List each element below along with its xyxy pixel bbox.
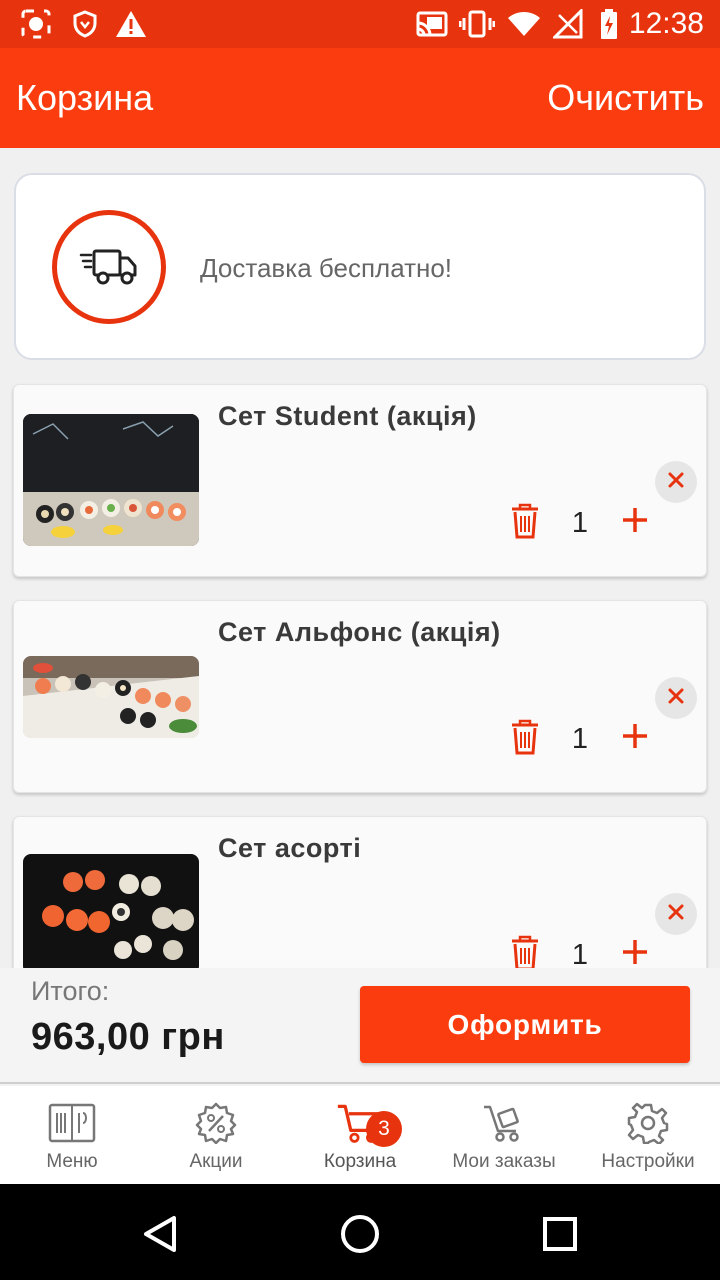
product-image xyxy=(23,656,199,738)
trash-icon[interactable] xyxy=(510,719,540,755)
cart-content[interactable]: Доставка бесплатно! Сет Student (акція) … xyxy=(0,148,720,968)
clear-cart-button[interactable]: Очистить xyxy=(547,78,704,118)
signal-icon xyxy=(552,8,584,40)
remove-item-button[interactable] xyxy=(655,461,697,503)
item-name: Сет Альфонс (акція) xyxy=(218,617,501,647)
tab-label: Корзина xyxy=(323,1151,397,1172)
remove-item-button[interactable] xyxy=(655,893,697,935)
screenshot-icon xyxy=(18,8,54,40)
vibrate-icon xyxy=(458,8,496,40)
total-value: 963,00 грн xyxy=(31,1016,225,1058)
cast-icon xyxy=(414,8,450,40)
delivery-text: Доставка бесплатно! xyxy=(200,253,453,283)
remove-item-button[interactable] xyxy=(655,677,697,719)
app-bar: Корзина Очистить xyxy=(0,48,720,148)
back-icon[interactable] xyxy=(136,1210,184,1258)
tab-promotions[interactable]: Акции xyxy=(144,1086,288,1184)
tab-menu[interactable]: Меню xyxy=(0,1086,144,1184)
gear-icon xyxy=(624,1102,672,1144)
cart-item[interactable]: Сет Альфонс (акція) 1 xyxy=(13,600,707,793)
trash-icon[interactable] xyxy=(510,503,540,539)
plus-icon[interactable] xyxy=(622,939,648,965)
menu-book-icon xyxy=(48,1102,96,1144)
wifi-icon xyxy=(506,8,542,40)
tab-settings[interactable]: Настройки xyxy=(576,1086,720,1184)
close-icon xyxy=(668,904,684,925)
tab-label: Акции xyxy=(189,1151,243,1172)
item-quantity: 1 xyxy=(571,939,589,968)
tab-label: Настройки xyxy=(601,1151,695,1172)
delivery-card: Доставка бесплатно! xyxy=(14,173,706,360)
warning-icon xyxy=(114,8,148,40)
system-nav-bar xyxy=(0,1184,720,1280)
plus-icon[interactable] xyxy=(622,723,648,749)
tab-label: Меню xyxy=(46,1151,98,1172)
total-label: Итого: xyxy=(31,976,110,1006)
close-icon xyxy=(668,472,684,493)
page-title: Корзина xyxy=(16,77,154,118)
tab-my-orders[interactable]: Мои заказы xyxy=(432,1086,576,1184)
order-summary: Итого: 963,00 грн Оформить xyxy=(0,968,720,1084)
delivery-truck-icon xyxy=(52,210,166,324)
home-icon[interactable] xyxy=(336,1210,384,1258)
item-quantity: 1 xyxy=(571,723,589,755)
status-bar: 12:38 xyxy=(0,0,720,48)
discount-icon xyxy=(192,1102,240,1144)
shield-icon xyxy=(70,8,100,40)
battery-icon xyxy=(598,8,620,40)
cart-item[interactable]: Сет Student (акція) 1 xyxy=(13,384,707,577)
clock: 12:38 xyxy=(628,7,704,40)
tab-cart[interactable]: Корзина xyxy=(288,1086,432,1184)
trash-icon[interactable] xyxy=(510,935,540,968)
cart-count-badge: 3 xyxy=(366,1111,402,1147)
orders-cart-icon xyxy=(480,1102,528,1144)
plus-icon[interactable] xyxy=(622,507,648,533)
item-quantity: 1 xyxy=(571,507,589,539)
close-icon xyxy=(668,688,684,709)
cart-item[interactable]: Сет асорті 1 xyxy=(13,816,707,968)
bottom-tab-bar: Меню Акции Корзина Мои заказы Настройки xyxy=(0,1086,720,1184)
item-name: Сет асорті xyxy=(218,833,362,863)
tab-label: Мои заказы xyxy=(452,1151,556,1172)
product-image xyxy=(23,414,199,546)
product-image xyxy=(23,854,199,968)
item-name: Сет Student (акція) xyxy=(218,401,477,431)
checkout-button[interactable]: Оформить xyxy=(360,986,690,1063)
recent-apps-icon[interactable] xyxy=(536,1210,584,1258)
